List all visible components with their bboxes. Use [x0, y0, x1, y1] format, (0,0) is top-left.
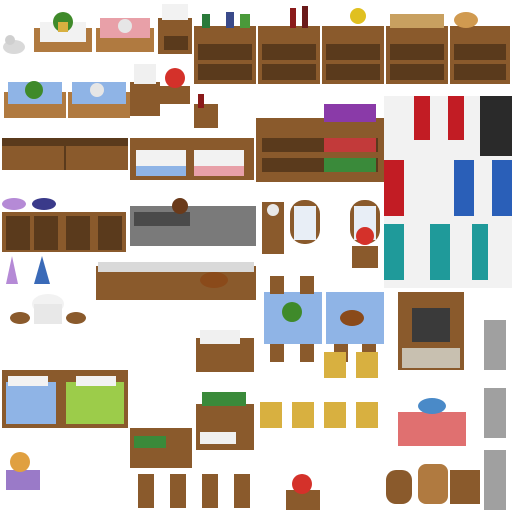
- bench: [2, 138, 128, 170]
- desk-with-papers: [130, 428, 192, 468]
- bread-shelf: [386, 14, 448, 84]
- round-table: [32, 294, 64, 324]
- sofa-white-cushions: [130, 138, 254, 180]
- table-pink-cloth-teapot: [96, 18, 154, 52]
- statue: [484, 320, 506, 510]
- curtain-red: [384, 160, 404, 216]
- fireplace: [398, 292, 464, 370]
- tileset-sheet: [0, 0, 512, 512]
- wardrobe: [2, 212, 126, 252]
- kitchen-counter: [96, 262, 256, 300]
- bed-double: [2, 370, 128, 428]
- wooden-crate: [450, 470, 480, 504]
- dining-table-food: [264, 292, 322, 344]
- curtain-teal: [384, 224, 488, 280]
- small-cabinet: [158, 4, 192, 54]
- table-blue-cloth-teapot: [68, 82, 130, 118]
- table-blue-cloth-plant: [4, 81, 66, 118]
- small-cabinet: [130, 64, 160, 116]
- desk-with-papers: [196, 392, 254, 450]
- grandfather-clock: [262, 202, 284, 254]
- dining-table-food: [326, 292, 384, 344]
- curtain-black: [480, 96, 512, 156]
